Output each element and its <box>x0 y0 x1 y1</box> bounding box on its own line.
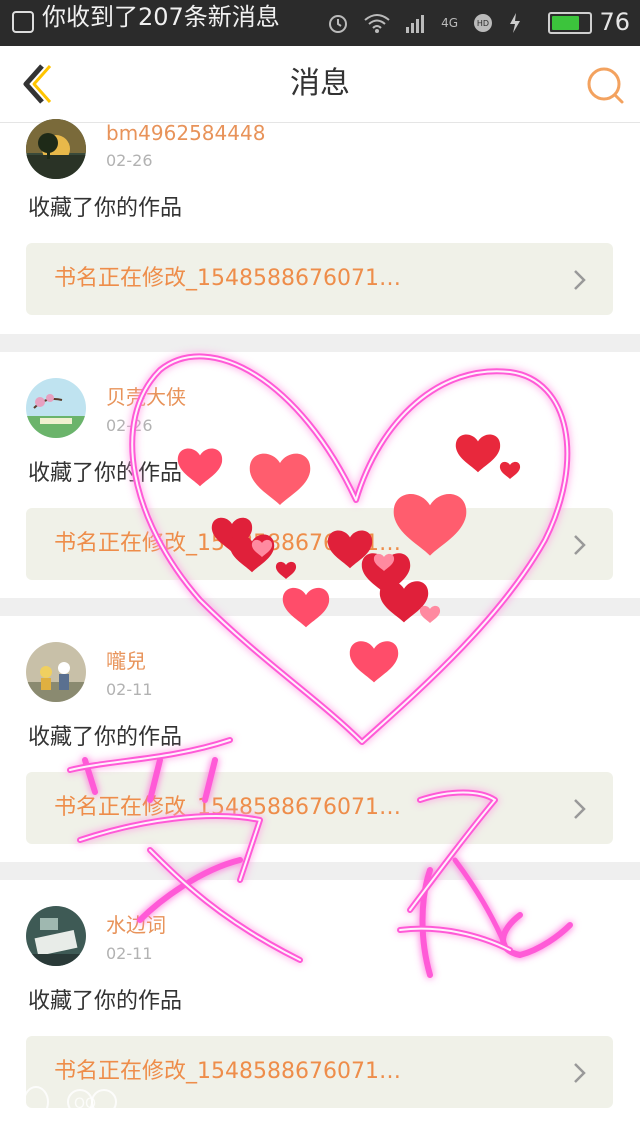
chevron-right-icon <box>574 535 586 555</box>
message-card: 贝壳大侠 02-26 收藏了你的作品 书名正在修改_1548588676071… <box>0 352 640 598</box>
message-card: 嚨兒 02-11 收藏了你的作品 书名正在修改_1548588676071… <box>0 616 640 862</box>
work-link[interactable]: 书名正在修改_1548588676071… <box>26 772 613 844</box>
work-link[interactable]: 书名正在修改_1548588676071… <box>26 508 613 580</box>
svg-text:QQ: QQ <box>74 1096 96 1112</box>
action-text: 收藏了你的作品 <box>28 196 183 221</box>
status-bar: 你收到了207条新消息 4G HD 76 <box>0 0 640 46</box>
user-name[interactable]: 贝壳大侠 <box>106 385 186 409</box>
chevron-right-icon <box>574 799 586 819</box>
nav-bar: 消息 <box>0 46 640 123</box>
notification-text: 你收到了207条新消息 <box>42 3 280 31</box>
chevron-right-icon <box>574 1063 586 1083</box>
hd-icon: HD <box>474 14 492 32</box>
message-date: 02-11 <box>106 944 153 963</box>
page-title: 消息 <box>290 66 350 101</box>
charging-icon <box>510 13 520 33</box>
message-card: bm4962584448 02-26 收藏了你的作品 书名正在修改_154858… <box>0 119 640 334</box>
avatar[interactable] <box>26 119 86 179</box>
avatar[interactable] <box>26 378 86 438</box>
work-title: 书名正在修改_1548588676071… <box>54 266 401 291</box>
battery-fill <box>552 16 580 30</box>
action-text: 收藏了你的作品 <box>28 461 183 486</box>
signal-icon <box>406 15 425 33</box>
search-icon[interactable] <box>584 64 626 106</box>
user-name[interactable]: 嚨兒 <box>106 649 146 673</box>
wifi-icon <box>364 14 390 33</box>
message-date: 02-26 <box>106 416 153 435</box>
chevron-right-icon <box>574 270 586 290</box>
qq-watermark-icon: QQ <box>23 1086 117 1118</box>
avatar[interactable] <box>26 906 86 966</box>
qq-notification-icon <box>12 11 34 33</box>
status-icons: 4G HD <box>327 10 522 36</box>
battery-level: 76 <box>599 8 630 36</box>
work-title: 书名正在修改_1548588676071… <box>54 795 401 820</box>
battery-icon <box>548 12 592 34</box>
alarm-icon <box>329 15 348 33</box>
svg-text:HD: HD <box>477 19 489 28</box>
work-title: 书名正在修改_1548588676071… <box>54 531 401 556</box>
action-text: 收藏了你的作品 <box>28 989 183 1014</box>
work-link[interactable]: 书名正在修改_1548588676071… <box>26 243 613 315</box>
message-date: 02-26 <box>106 151 153 170</box>
user-name[interactable]: 水边词 <box>106 913 166 937</box>
action-text: 收藏了你的作品 <box>28 725 183 750</box>
message-date: 02-11 <box>106 680 153 699</box>
network-type: 4G <box>441 16 458 30</box>
user-name[interactable]: bm4962584448 <box>106 121 265 145</box>
avatar[interactable] <box>26 642 86 702</box>
